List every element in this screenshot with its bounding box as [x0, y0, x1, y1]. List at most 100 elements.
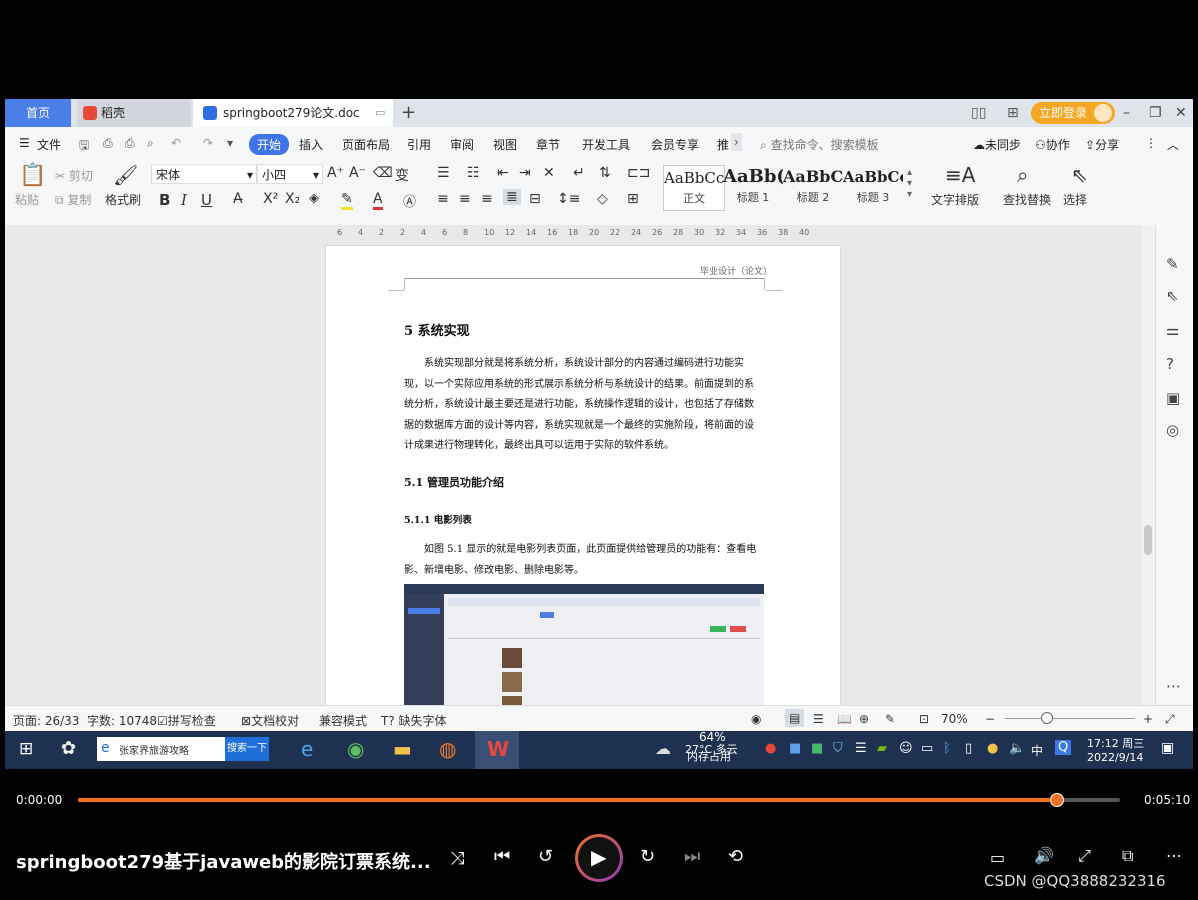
tab-stops-icon[interactable]: ⊏⊐	[627, 165, 650, 181]
fullscreen-icon[interactable]: ⤢	[1078, 846, 1091, 866]
italic-icon[interactable]: I	[181, 191, 187, 209]
increase-indent-icon[interactable]: ⇥	[519, 165, 531, 181]
distribute-icon[interactable]: ⊟	[529, 191, 541, 207]
zoom-slider[interactable]	[1005, 718, 1135, 719]
superscript-icon[interactable]: X²	[263, 191, 278, 207]
more-icon[interactable]: ⋯	[1166, 677, 1181, 695]
menu-review[interactable]: 审阅	[450, 136, 474, 153]
find-icon[interactable]: ⌕	[1017, 163, 1028, 187]
grow-font-icon[interactable]: A⁺	[327, 165, 344, 181]
spellcheck-button[interactable]: ☑拼写检查	[157, 712, 216, 729]
login-button[interactable]: 立即登录	[1031, 102, 1116, 124]
usb-icon[interactable]: ▯	[965, 741, 972, 756]
fullscreen-icon[interactable]: ⤢	[1165, 712, 1175, 727]
clear-format-icon[interactable]: ⌫	[373, 165, 393, 181]
copy-button[interactable]: ⧉ 复制	[55, 191, 91, 208]
pinyin-icon[interactable]: 变	[395, 165, 409, 185]
select-button[interactable]: 选择	[1063, 191, 1087, 208]
bold-icon[interactable]: B	[159, 191, 170, 209]
cut-button[interactable]: ✂ 剪切	[55, 167, 93, 184]
next-icon[interactable]: ⏭	[684, 846, 700, 867]
decrease-indent-icon[interactable]: ⇤	[497, 165, 509, 181]
document-page[interactable]: 毕业设计（论文） 5 系统实现 系统实现部分就是将系统分析，系统设计部分的内容通…	[325, 245, 841, 725]
paste-button[interactable]: 粘贴	[15, 191, 39, 208]
repeat-off-icon[interactable]: ⟲	[728, 846, 743, 867]
shuffle-icon[interactable]: ⤨	[450, 848, 464, 869]
style-heading3[interactable]: AaBbCcl 标题 3	[843, 165, 903, 209]
borders-icon[interactable]: ⊞	[627, 191, 639, 207]
cursor-select-icon[interactable]: ⇖	[1071, 163, 1088, 187]
font-family-select[interactable]: 宋体 ▾	[151, 164, 257, 184]
collapse-ribbon-icon[interactable]: ︿	[1167, 136, 1179, 153]
folder-icon[interactable]: ▬	[393, 737, 412, 761]
browser-app-icon[interactable]: ✿	[61, 738, 76, 759]
styles-scroll-icon[interactable]: ▴ ▾ ▾	[907, 167, 912, 200]
unsynced-button[interactable]: ☁未同步	[973, 136, 1021, 153]
layout-icon[interactable]: ▯▯	[971, 99, 986, 127]
image-tool-icon[interactable]: ▣	[1166, 389, 1180, 407]
collab-button[interactable]: ⚇协作	[1035, 136, 1070, 153]
horizontal-ruler[interactable]: 6 4 2 2 4 6 8 10 12 14 16 18 20 22 24 26 28 30 32 34 36 38 40	[335, 225, 835, 243]
more-options-icon[interactable]: ⋯	[1166, 846, 1182, 865]
360-browser-icon[interactable]: ◉	[347, 737, 364, 761]
compass-icon[interactable]: ◎	[1166, 421, 1179, 439]
proofread-button[interactable]: ⊠文档校对	[241, 712, 299, 729]
preview-icon[interactable]: ⌕	[147, 136, 154, 151]
volume-icon[interactable]: 🔊	[1034, 846, 1054, 865]
write-view-icon[interactable]: ✎	[885, 712, 895, 726]
missing-font-button[interactable]: T? 缺失字体	[381, 712, 447, 729]
more-options-icon[interactable]: ⋮	[1145, 136, 1157, 150]
menu-insert[interactable]: 插入	[299, 136, 323, 153]
qq-icon[interactable]: ☺	[899, 741, 913, 756]
redo-icon[interactable]: ↷	[203, 136, 213, 150]
style-heading2[interactable]: AaBbC 标题 2	[783, 165, 843, 209]
ie-icon[interactable]: e	[301, 737, 313, 761]
style-heading1[interactable]: AaBb(标题 1	[723, 165, 783, 209]
zoom-out-icon[interactable]: −	[985, 712, 995, 726]
menu-more[interactable]: 推	[717, 136, 729, 153]
tray-app-icon[interactable]: ■	[789, 741, 801, 756]
find-replace-button[interactable]: 查找替换	[1003, 191, 1051, 208]
menu-member[interactable]: 会员专享	[651, 136, 699, 153]
notification-icon[interactable]: ▣	[1161, 740, 1174, 756]
web-view-icon[interactable]: ⊕	[859, 712, 869, 726]
picture-in-picture-icon[interactable]: ⧉	[1122, 846, 1133, 866]
tray-app-icon[interactable]: ■	[811, 741, 823, 756]
nvidia-icon[interactable]: ▰	[877, 741, 887, 756]
line-spacing-icon[interactable]: ↕≡	[557, 191, 580, 207]
menu-view[interactable]: 视图	[493, 136, 517, 153]
menu-file[interactable]: 文件	[37, 136, 61, 153]
subtitles-icon[interactable]: ▭	[990, 848, 1005, 867]
highlight-icon[interactable]: ✎	[341, 191, 353, 210]
sliders-icon[interactable]: ⚌	[1166, 321, 1179, 339]
media-player-icon[interactable]: ◍	[439, 737, 456, 761]
format-painter-icon[interactable]: 🖌	[113, 163, 138, 187]
tray-app-icon[interactable]: ●	[765, 741, 776, 756]
pointer-icon[interactable]: ⇖	[1166, 287, 1179, 305]
font-size-select[interactable]: 小四 ▾	[257, 164, 323, 184]
print-icon[interactable]: ⎙	[125, 136, 135, 151]
minimize-icon[interactable]: –	[1123, 99, 1130, 127]
vertical-scrollbar[interactable]	[1141, 225, 1155, 705]
rewind-10-icon[interactable]: ↺	[538, 846, 553, 867]
sort-icon[interactable]: ⇅	[599, 165, 611, 181]
close-icon[interactable]: ✕	[1175, 99, 1187, 127]
compat-mode[interactable]: 兼容模式	[319, 712, 367, 729]
font-color-icon[interactable]: A	[373, 191, 383, 210]
tray-q-icon[interactable]: Q	[1055, 740, 1072, 755]
char-border-icon[interactable]: Ⓐ	[403, 191, 416, 210]
progress-track[interactable]	[78, 793, 1120, 807]
pen-icon[interactable]: ✎	[1166, 255, 1179, 273]
search-command[interactable]: ⌕ 查找命令、搜索模板	[760, 136, 879, 153]
forward-30-icon[interactable]: ↻	[640, 846, 655, 867]
subscript-icon[interactable]: X₂	[285, 191, 300, 207]
fit-icon[interactable]: ⊡	[919, 712, 929, 726]
grid-apps-icon[interactable]: ⊞	[1007, 99, 1019, 127]
align-center-icon[interactable]: ≡	[459, 191, 471, 207]
reading-view-icon[interactable]: 📖	[837, 712, 852, 726]
page-indicator[interactable]: 页面: 26/33	[13, 712, 79, 729]
save-icon[interactable]: 🖫	[79, 136, 89, 157]
underline-icon[interactable]: U	[201, 191, 212, 209]
paste-icon[interactable]: 📋	[19, 163, 46, 188]
hamburger-icon[interactable]: ☰	[19, 136, 30, 150]
